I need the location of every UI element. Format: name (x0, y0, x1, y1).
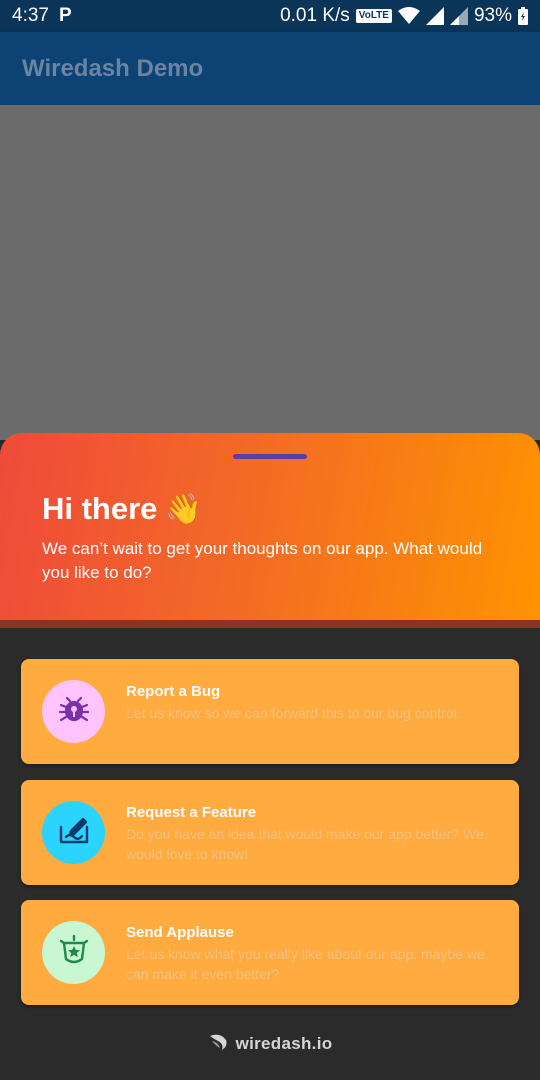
modal-scrim[interactable] (0, 105, 540, 440)
wifi-icon (397, 7, 420, 25)
request-feature-option[interactable]: Request a Feature Do you have an idea th… (21, 780, 519, 885)
applause-icon (57, 933, 91, 972)
report-bug-option[interactable]: Report a Bug Let us know so we can forwa… (21, 659, 519, 764)
drag-handle[interactable] (233, 454, 307, 459)
app-title: Wiredash Demo (22, 54, 204, 82)
volte-badge: VoLTE (355, 9, 392, 23)
option-description: Do you have an idea that would make our … (126, 826, 484, 862)
app-bar: Wiredash Demo (0, 32, 540, 105)
send-applause-option[interactable]: Send Applause Let us know what you reall… (21, 900, 519, 1005)
greeting-subtitle: We can’t wait to get your thoughts on ou… (42, 539, 483, 582)
feature-icon-circle (42, 801, 105, 864)
bug-icon (57, 692, 91, 731)
signal-icon (425, 7, 444, 25)
battery-icon (518, 7, 528, 25)
greeting-title: Hi there 👋 (42, 491, 203, 527)
battery-text: 93% (473, 5, 512, 26)
greeting-text: Hi there (42, 491, 158, 526)
sheet-header-divider (0, 620, 540, 628)
option-description: Let us know what you really like about o… (126, 946, 485, 982)
status-time: 4:37 (12, 5, 49, 26)
option-title: Request a Feature (126, 804, 257, 821)
bug-icon-circle (42, 680, 105, 743)
status-bar: 4:37 P 0.01 K/s VoLTE 93% (0, 0, 540, 32)
signal-roaming-icon (449, 7, 468, 25)
network-speed: 0.01 K/s (280, 5, 350, 26)
wiredash-branding[interactable]: wiredash.io (0, 1030, 540, 1058)
option-title: Report a Bug (126, 683, 221, 700)
option-description: Let us know so we can forward this to ou… (126, 705, 461, 721)
wiredash-logo-icon (208, 1032, 230, 1057)
waving-hand-icon: 👋 (165, 492, 203, 526)
option-title: Send Applause (126, 924, 234, 941)
feature-request-icon (57, 813, 91, 852)
footer-brand-text: wiredash.io (235, 1034, 333, 1053)
p-icon: P (58, 5, 72, 26)
applause-icon-circle (42, 921, 105, 984)
